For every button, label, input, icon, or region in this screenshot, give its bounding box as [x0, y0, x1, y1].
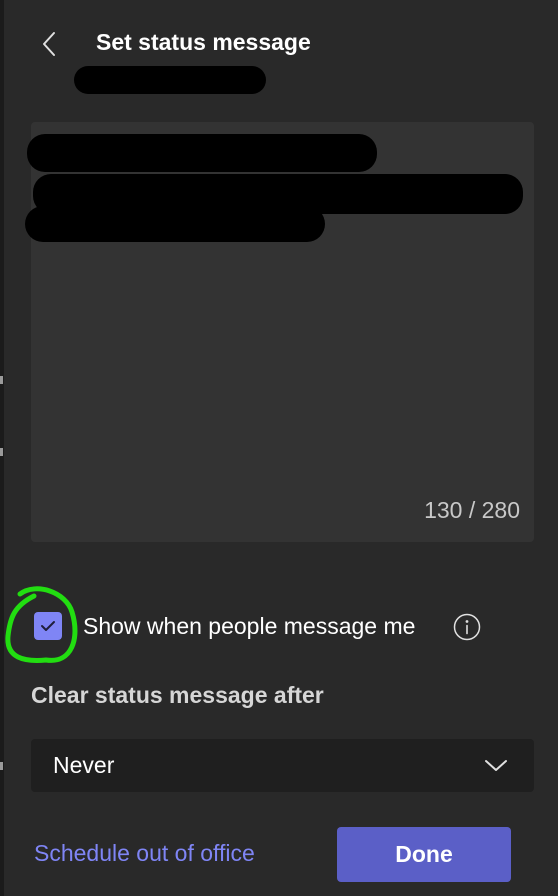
character-counter: 130 / 280 — [424, 497, 520, 523]
checkmark-icon — [41, 621, 55, 631]
schedule-out-of-office-link[interactable]: Schedule out of office — [34, 840, 255, 867]
done-button[interactable]: Done — [337, 827, 511, 882]
status-message-input[interactable]: 130 / 280 — [25, 122, 534, 542]
clear-after-value: Never — [53, 752, 115, 778]
show-when-messaged-row: Show when people message me — [34, 608, 415, 644]
redaction-scribble — [74, 66, 266, 94]
chevron-left-icon — [43, 32, 55, 56]
header: Set status message — [0, 0, 558, 94]
edge-mark — [0, 448, 3, 456]
edge-mark — [0, 376, 3, 384]
clear-after-label: Clear status message after — [31, 682, 324, 708]
clear-after-dropdown[interactable]: Never — [31, 739, 534, 792]
redaction-scribble — [27, 134, 377, 172]
show-when-messaged-label: Show when people message me — [83, 612, 416, 639]
chevron-down-icon — [485, 760, 507, 771]
redaction-scribble — [25, 206, 325, 242]
show-when-messaged-checkbox[interactable] — [34, 612, 62, 640]
back-button[interactable] — [34, 26, 64, 62]
page-title: Set status message — [96, 29, 311, 55]
edge-mark — [0, 762, 3, 770]
info-icon[interactable] — [453, 613, 481, 641]
left-edge-strip — [0, 0, 4, 896]
